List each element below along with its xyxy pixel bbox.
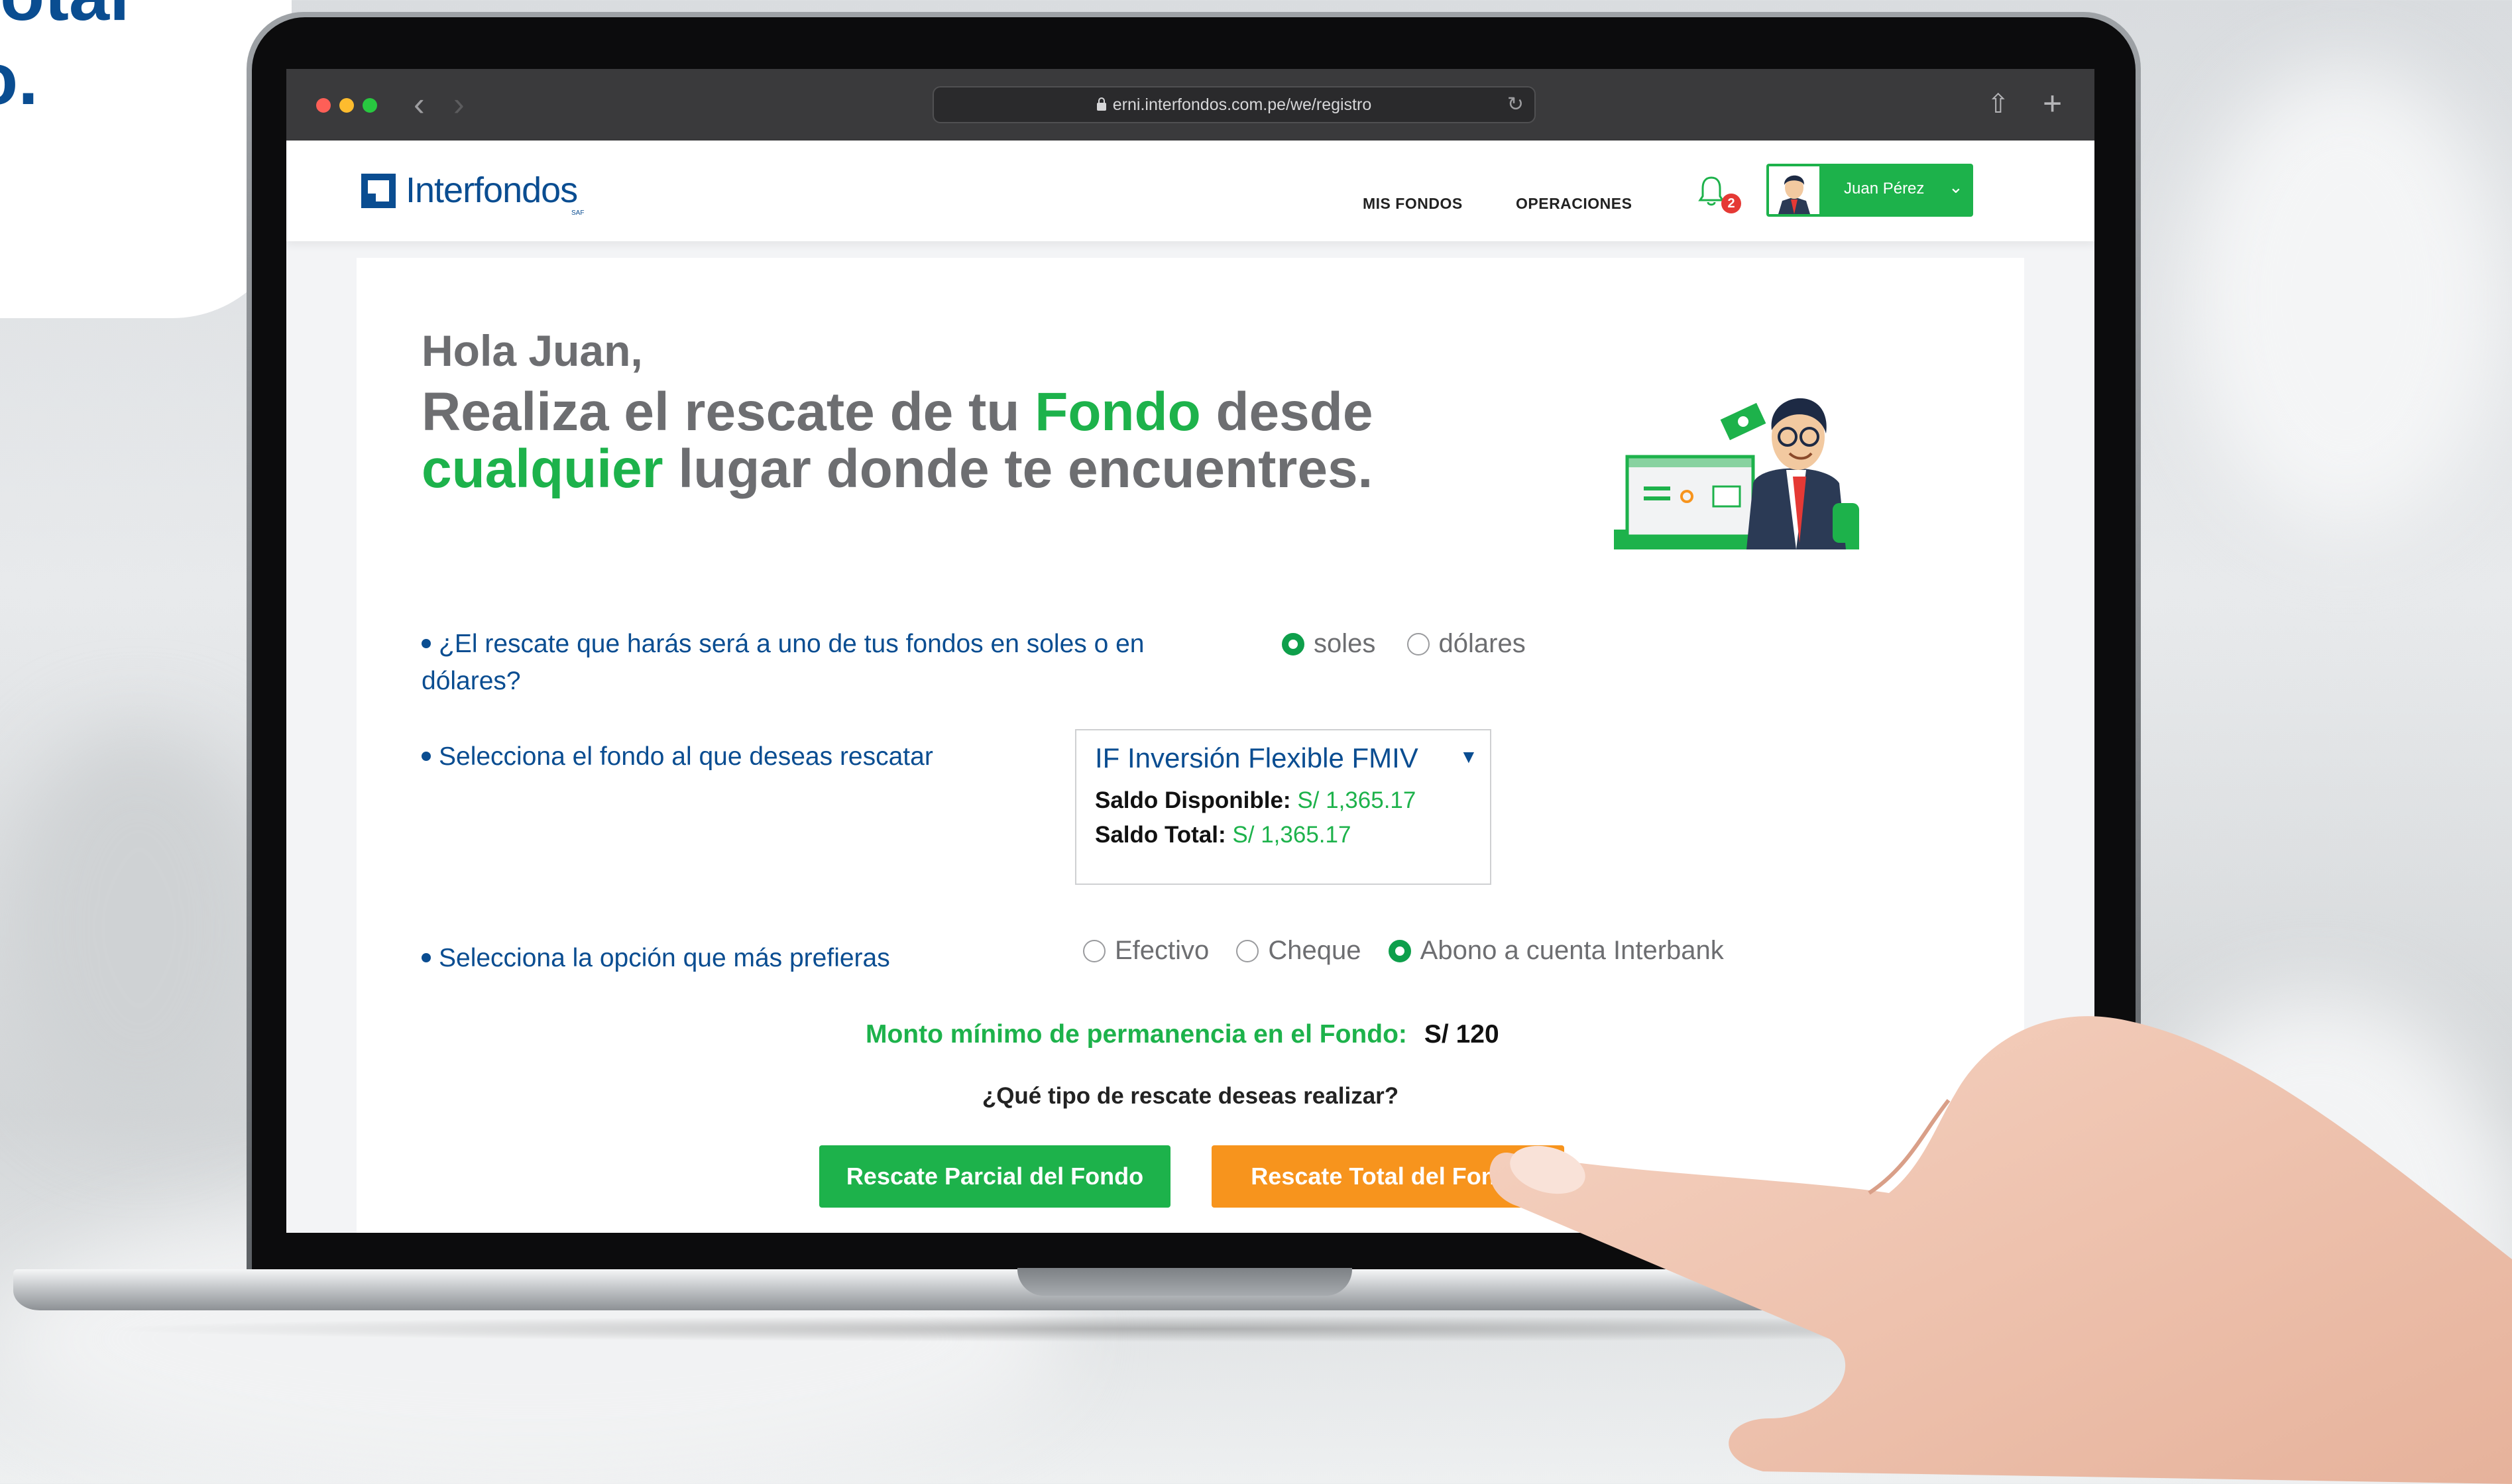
caret-down-icon[interactable]: ▼ (1459, 746, 1478, 768)
page-title: Realiza el rescate de tu Fondo desde cua… (422, 384, 1548, 498)
url-text: erni.interfondos.com.pe/we/registro (1112, 95, 1372, 114)
headline-text: desde (1200, 382, 1373, 442)
fund-dropdown[interactable]: IF Inversión Flexible FMIV ▼ Saldo Dispo… (1075, 729, 1491, 885)
radio-soles[interactable]: soles (1282, 629, 1375, 659)
minimum-amount-label: Monto mínimo de permanencia en el Fondo: (866, 1020, 1407, 1049)
radio-abono-interbank[interactable]: Abono a cuenta Interbank (1388, 936, 1724, 966)
radio-label: Cheque (1268, 936, 1361, 965)
bullet (422, 639, 431, 648)
fund-question-text: Selecciona el fondo al que deseas rescat… (439, 742, 933, 771)
lock-icon (1096, 97, 1106, 111)
bell-icon[interactable] (1698, 175, 1725, 208)
radio-checked-icon[interactable] (1388, 939, 1411, 962)
share-icon[interactable]: ⇧ (1987, 89, 2010, 119)
forward-arrow-icon[interactable]: › (453, 87, 465, 121)
user-menu-button[interactable]: Juan Pérez ⌄ (1766, 164, 1973, 217)
promo-heading-line: o. (0, 38, 38, 120)
chevron-down-icon: ⌄ (1949, 177, 1963, 197)
bullet (422, 953, 431, 962)
laptop-notch (1017, 1268, 1352, 1296)
currency-question-text: ¿El rescate que harás será a uno de tus … (422, 630, 1145, 695)
partial-rescue-button[interactable]: Rescate Parcial del Fondo (819, 1145, 1170, 1208)
logo-icon[interactable] (361, 174, 396, 208)
fund-name: IF Inversión Flexible FMIV (1095, 742, 1418, 773)
radio-cheque[interactable]: Cheque (1236, 936, 1361, 966)
radio-unchecked-icon[interactable] (1236, 939, 1259, 962)
payment-question-text: Selecciona la opción que más prefieras (439, 944, 890, 972)
fund-total-balance: Saldo Total: S/ 1,365.17 (1095, 822, 1351, 848)
balance-label: Saldo Disponible: (1095, 787, 1291, 813)
radio-label: Efectivo (1115, 936, 1210, 965)
site-header: Interfondos SAF MIS FONDOS OPERACIONES 2… (286, 141, 2094, 241)
browser-toolbar: ‹ › erni.interfondos.com.pe/we/registro … (286, 69, 2094, 141)
back-arrow-icon[interactable]: ‹ (414, 87, 425, 121)
businessman-illustration (1614, 398, 1859, 549)
promo-heading: otal o. (0, 0, 130, 121)
reload-icon[interactable]: ↻ (1507, 87, 1524, 122)
logo-subtext: SAF (571, 209, 585, 217)
radio-dolares[interactable]: dólares (1406, 629, 1526, 659)
minimize-window-button[interactable] (339, 98, 354, 113)
headline-text: lugar donde te encuentres. (663, 439, 1373, 499)
balance-value: S/ 1,365.17 (1297, 787, 1416, 813)
pointing-hand-illustration (1489, 1016, 2512, 1484)
avatar-icon (1769, 166, 1819, 214)
logo-text[interactable]: Interfondos (406, 170, 578, 211)
radio-label: soles (1314, 629, 1376, 658)
maximize-window-button[interactable] (363, 98, 377, 113)
greeting: Hola Juan, (422, 326, 643, 375)
notification-badge: 2 (1721, 194, 1741, 213)
headline-text: Realiza el rescate de tu (422, 382, 1035, 442)
headline-highlight: cualquier (422, 439, 663, 499)
radio-efectivo[interactable]: Efectivo (1083, 936, 1209, 966)
balance-value: S/ 1,365.17 (1232, 822, 1351, 848)
avatar (1769, 166, 1819, 214)
nav-operaciones[interactable]: OPERACIONES (1516, 195, 1632, 213)
fund-question: Selecciona el fondo al que deseas rescat… (422, 738, 933, 775)
minimum-amount: Monto mínimo de permanencia en el Fondo:… (866, 1020, 1499, 1049)
balance-label: Saldo Total: (1095, 822, 1226, 848)
user-name: Juan Pérez (1844, 180, 1925, 198)
background-blur (2187, 66, 2505, 530)
currency-question: ¿El rescate que harás será a uno de tus … (422, 626, 1164, 700)
background-blur (0, 729, 278, 1127)
radio-label: Abono a cuenta Interbank (1420, 936, 1724, 965)
radio-unchecked-icon[interactable] (1406, 632, 1430, 656)
headline-highlight: Fondo (1035, 382, 1201, 442)
close-window-button[interactable] (316, 98, 331, 113)
radio-label: dólares (1438, 629, 1526, 658)
radio-unchecked-icon[interactable] (1083, 939, 1106, 962)
address-bar[interactable]: erni.interfondos.com.pe/we/registro ↻ (933, 86, 1536, 123)
bullet (422, 752, 431, 761)
payment-radio-group: Efectivo Cheque Abono a cuenta Interbank (1083, 936, 1744, 969)
new-tab-icon[interactable]: + (2043, 84, 2062, 123)
promo-heading-line: otal (0, 0, 130, 38)
nav-mis-fondos[interactable]: MIS FONDOS (1363, 195, 1463, 213)
radio-checked-icon[interactable] (1282, 632, 1304, 656)
fund-available-balance: Saldo Disponible: S/ 1,365.17 (1095, 787, 1416, 814)
currency-radio-group: soles dólares (1282, 629, 1550, 662)
payment-question: Selecciona la opción que más prefieras (422, 940, 890, 977)
